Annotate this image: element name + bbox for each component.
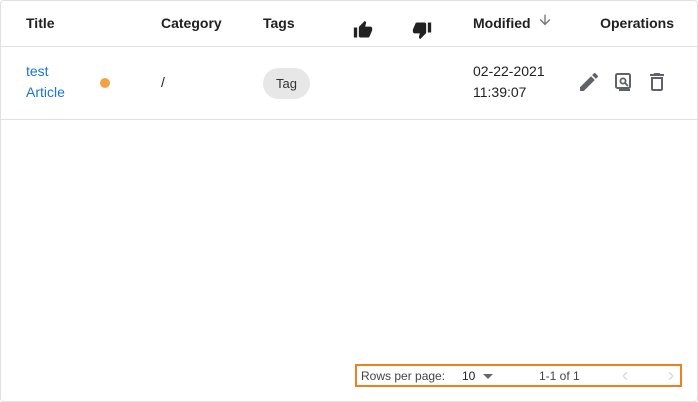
header-modified-label: Modified xyxy=(473,15,531,31)
rows-per-page-value: 10 xyxy=(462,369,476,383)
header-title[interactable]: Title xyxy=(26,1,55,47)
status-dot xyxy=(100,78,110,88)
thumb-up-icon[interactable] xyxy=(353,13,373,38)
modified-date: 02-22-2021 xyxy=(473,63,545,79)
rows-per-page-select[interactable]: 10 xyxy=(462,368,494,384)
chevron-left-icon[interactable] xyxy=(617,368,633,384)
table-header: Title Category Tags Modified Operations xyxy=(1,1,698,47)
header-modified[interactable]: Modified xyxy=(473,1,553,47)
table-row: test Article / Tag 02-22-2021 11:39:07 xyxy=(1,47,698,120)
header-category[interactable]: Category xyxy=(161,1,222,47)
caret-down-icon xyxy=(483,374,494,380)
category-cell: / xyxy=(161,74,165,90)
article-title-link[interactable]: test Article xyxy=(26,61,86,103)
chevron-right-icon[interactable] xyxy=(663,368,679,384)
pagination-bar: Rows per page: 10 1-1 of 1 xyxy=(355,364,682,387)
modified-time: 11:39:07 xyxy=(473,84,527,100)
arrow-down-icon[interactable] xyxy=(537,1,553,45)
modified-cell: 02-22-2021 11:39:07 xyxy=(473,61,545,103)
preview-icon[interactable] xyxy=(611,70,635,94)
header-operations: Operations xyxy=(600,15,674,31)
delete-icon[interactable] xyxy=(645,70,669,94)
header-tags[interactable]: Tags xyxy=(263,1,295,47)
articles-table: Title Category Tags Modified Operations … xyxy=(0,0,698,402)
rows-per-page-label: Rows per page: xyxy=(361,369,446,383)
tag-chip[interactable]: Tag xyxy=(263,68,310,99)
edit-icon[interactable] xyxy=(577,70,601,94)
thumb-down-icon[interactable] xyxy=(412,13,432,40)
pagination-range: 1-1 of 1 xyxy=(539,369,580,383)
